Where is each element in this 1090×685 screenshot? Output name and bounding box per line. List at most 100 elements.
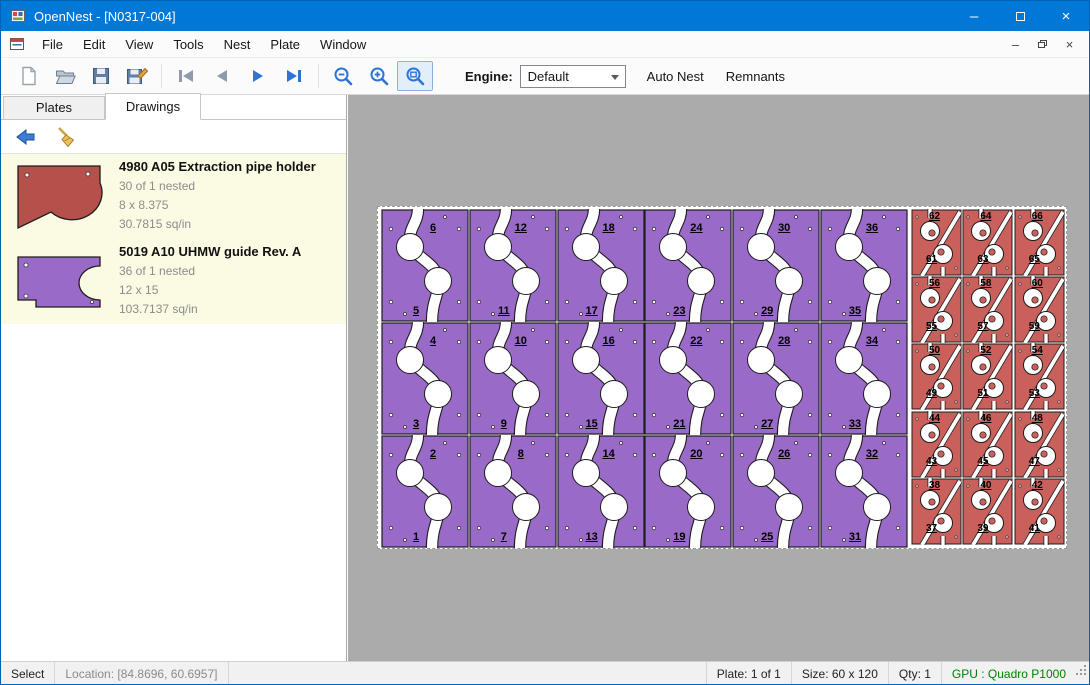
tab-drawings[interactable]: Drawings	[105, 93, 201, 120]
part-number: 4	[389, 335, 477, 347]
zoom-fit-button[interactable]	[397, 61, 433, 91]
save-icon	[90, 65, 112, 87]
nest-part-pair[interactable]: 5049	[911, 343, 962, 410]
maximize-button[interactable]	[997, 1, 1043, 31]
part-number: 27	[723, 418, 811, 430]
nest-part-pair[interactable]: 6463	[962, 209, 1013, 276]
move-back-button[interactable]	[11, 124, 41, 150]
app-icon	[10, 8, 26, 24]
nest-part-pair[interactable]: 2423	[644, 209, 732, 322]
nest-part-pair[interactable]: 21	[381, 435, 469, 548]
part-number: 60	[1012, 278, 1063, 289]
nest-part-pair[interactable]: 1817	[557, 209, 645, 322]
part-number: 33	[811, 418, 899, 430]
last-plate-button[interactable]	[276, 61, 312, 91]
nest-part-pair[interactable]: 3231	[820, 435, 908, 548]
nest-part-pair[interactable]: 3837	[911, 478, 962, 545]
nest-plate[interactable]: 6512111817242330293635431091615222128273…	[377, 206, 1067, 549]
nest-part-pair[interactable]: 87	[469, 435, 557, 548]
nest-part-pair[interactable]: 2827	[732, 322, 820, 435]
part-nested-count: 36 of 1 nested	[119, 262, 301, 281]
part-number: 8	[477, 448, 565, 460]
nest-part-pair[interactable]: 4645	[962, 411, 1013, 478]
status-location: Location: [84.8696, 60.6957]	[55, 662, 228, 685]
part-number: 37	[906, 523, 957, 534]
nest-part-pair[interactable]: 4241	[1014, 478, 1065, 545]
part-number: 12	[477, 222, 565, 234]
nest-part-pair[interactable]: 5655	[911, 276, 962, 343]
nest-part-pair[interactable]: 5251	[962, 343, 1013, 410]
nest-part-pair[interactable]: 3635	[820, 209, 908, 322]
title-bar[interactable]: OpenNest - [N0317-004] – ×	[1, 1, 1089, 31]
nest-part-pair[interactable]: 65	[381, 209, 469, 322]
zoom-out-button[interactable]	[325, 61, 361, 91]
status-size: Size: 60 x 120	[791, 662, 888, 685]
nest-part-pair[interactable]: 4443	[911, 411, 962, 478]
part-number: 28	[740, 335, 828, 347]
part-thumbnail	[9, 252, 109, 312]
menu-window[interactable]: Window	[310, 32, 376, 57]
part-number: 10	[477, 335, 565, 347]
part-number: 32	[828, 448, 916, 460]
nest-part-pair[interactable]: 2019	[644, 435, 732, 548]
nest-part-pair[interactable]: 109	[469, 322, 557, 435]
minimize-button[interactable]: –	[951, 1, 997, 31]
save-button[interactable]	[83, 61, 119, 91]
menu-plate[interactable]: Plate	[260, 32, 310, 57]
nest-part-pair[interactable]: 5453	[1014, 343, 1065, 410]
menu-view[interactable]: View	[115, 32, 163, 57]
nest-part-pair[interactable]: 2221	[644, 322, 732, 435]
nest-part-pair[interactable]: 1413	[557, 435, 645, 548]
nest-part-pair[interactable]: 3029	[732, 209, 820, 322]
part-number: 7	[460, 531, 548, 543]
nest-part-pair[interactable]: 1615	[557, 322, 645, 435]
mdi-close-button[interactable]: ×	[1056, 34, 1083, 54]
drawing-list-item[interactable]: 5019 A10 UHMW guide Rev. A 36 of 1 neste…	[1, 239, 346, 324]
mdi-restore-button[interactable]	[1029, 34, 1056, 54]
mdi-minimize-button[interactable]: –	[1002, 34, 1029, 54]
next-plate-button[interactable]	[240, 61, 276, 91]
nest-part-pair[interactable]: 3433	[820, 322, 908, 435]
zoom-in-button[interactable]	[361, 61, 397, 91]
nest-part-pair[interactable]: 6059	[1014, 276, 1065, 343]
save-as-button[interactable]	[119, 61, 155, 91]
nest-canvas[interactable]: 6512111817242330293635431091615222128273…	[348, 95, 1090, 661]
part-number: 17	[548, 305, 636, 317]
menu-edit[interactable]: Edit	[73, 32, 115, 57]
menu-tools[interactable]: Tools	[163, 32, 213, 57]
nest-part-pair[interactable]: 4039	[962, 478, 1013, 545]
part-number: 23	[635, 305, 723, 317]
part-number: 3	[372, 418, 460, 430]
nest-part-pair[interactable]: 1211	[469, 209, 557, 322]
engine-select[interactable]: Default	[520, 65, 626, 88]
part-info: 5019 A10 UHMW guide Rev. A 36 of 1 neste…	[119, 244, 301, 319]
remnants-button[interactable]: Remnants	[715, 63, 796, 90]
open-button[interactable]	[47, 61, 83, 91]
nest-part-pair[interactable]: 4847	[1014, 411, 1065, 478]
nest-part-pair[interactable]: 5857	[962, 276, 1013, 343]
new-button[interactable]	[11, 61, 47, 91]
drawing-list-item[interactable]: 4980 A05 Extraction pipe holder 30 of 1 …	[1, 154, 346, 239]
auto-nest-button[interactable]: Auto Nest	[636, 63, 715, 90]
part-number: 19	[635, 531, 723, 543]
tab-plates[interactable]: Plates	[3, 96, 105, 119]
app-window: OpenNest - [N0317-004] – × File Edit Vie…	[0, 0, 1090, 685]
close-button[interactable]: ×	[1043, 1, 1089, 31]
nest-part-pair[interactable]: 2625	[732, 435, 820, 548]
part-number: 20	[652, 448, 740, 460]
nest-part-pair[interactable]: 6665	[1014, 209, 1065, 276]
part-number: 48	[1012, 413, 1063, 424]
part-number: 36	[828, 222, 916, 234]
nest-part-pair[interactable]: 6261	[911, 209, 962, 276]
resize-grip[interactable]	[1076, 673, 1086, 683]
engine-label: Engine:	[465, 69, 513, 84]
previous-plate-button[interactable]	[204, 61, 240, 91]
part-nested-count: 30 of 1 nested	[119, 177, 316, 196]
nest-part-pair[interactable]: 43	[381, 322, 469, 435]
document-icon[interactable]	[9, 36, 25, 52]
menu-file[interactable]: File	[32, 32, 73, 57]
clear-button[interactable]	[51, 124, 81, 150]
part-number: 5	[372, 305, 460, 317]
first-plate-button[interactable]	[168, 61, 204, 91]
menu-nest[interactable]: Nest	[214, 32, 261, 57]
